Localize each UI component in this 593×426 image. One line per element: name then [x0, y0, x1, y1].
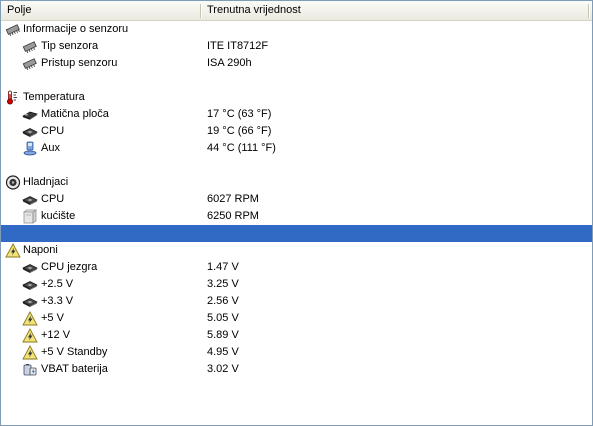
category-sensor-info[interactable]: Informacije o senzoru [1, 21, 592, 38]
list-item[interactable]: VBAT baterija 3.02 V [1, 361, 592, 378]
item-label: Tip senzora [41, 40, 99, 52]
aux-icon [23, 141, 37, 156]
thermometer-icon [7, 90, 17, 105]
column-header-value[interactable]: Trenutna vrijednost [201, 1, 592, 20]
list-rows: Informacije o senzoru Tip senzora ITE IT… [1, 21, 592, 378]
item-label: CPU [41, 125, 65, 137]
chip-icon [5, 24, 20, 37]
item-value: 2.56 V [207, 295, 239, 307]
battery-icon [23, 364, 37, 376]
item-label: CPU jezgra [41, 261, 98, 273]
voltage-warning-icon [5, 243, 21, 258]
voltage-icon [22, 328, 38, 343]
list-item[interactable]: +12 V 5.89 V [1, 327, 592, 344]
list-item[interactable]: Matična ploča 17 °C (63 °F) [1, 106, 592, 123]
cpu-icon [22, 264, 38, 273]
case-icon [22, 209, 38, 224]
category-label: Hladnjaci [23, 176, 69, 188]
item-label: Pristup senzoru [41, 57, 118, 69]
list-item[interactable]: kućište 6250 RPM [1, 208, 592, 225]
category-fans[interactable]: Hladnjaci [1, 174, 592, 191]
list-item[interactable]: CPU 6027 RPM [1, 191, 592, 208]
cpu-icon [22, 128, 38, 137]
item-value: 17 °C (63 °F) [207, 108, 272, 120]
column-divider[interactable] [588, 4, 589, 18]
list-item[interactable]: CPU 19 °C (66 °F) [1, 123, 592, 140]
item-value: 3.25 V [207, 278, 239, 290]
item-value: 1.47 V [207, 261, 239, 273]
item-label: +2.5 V [41, 278, 74, 290]
fan-icon [5, 175, 21, 190]
item-value: 44 °C (111 °F) [207, 142, 276, 154]
item-value: 5.05 V [207, 312, 239, 324]
category-label: Temperatura [23, 91, 85, 103]
list-item[interactable]: Aux 44 °C (111 °F) [1, 140, 592, 157]
voltage-icon [22, 345, 38, 360]
list-item[interactable]: CPU jezgra 1.47 V [1, 259, 592, 276]
item-label: kućište [41, 210, 76, 222]
list-item[interactable]: +3.3 V 2.56 V [1, 293, 592, 310]
item-value: ITE IT8712F [207, 40, 269, 52]
cpu-icon [22, 281, 38, 290]
category-label: Naponi [23, 244, 58, 256]
item-value: 5.89 V [207, 329, 239, 341]
item-value: ISA 290h [207, 57, 252, 69]
item-label: +5 V Standby [41, 346, 108, 358]
cpu-icon [22, 196, 38, 205]
sensor-list-view[interactable]: Polje Trenutna vrijednost Informacije o … [0, 0, 593, 426]
voltage-icon [22, 311, 38, 326]
item-label: CPU [41, 193, 65, 205]
item-value: 6027 RPM [207, 193, 259, 205]
list-item[interactable]: Tip senzora ITE IT8712F [1, 38, 592, 55]
item-value: 6250 RPM [207, 210, 259, 222]
list-item[interactable]: +5 V 5.05 V [1, 310, 592, 327]
selected-row[interactable] [1, 225, 592, 242]
item-label: Aux [41, 142, 60, 154]
chip-icon [22, 41, 37, 54]
category-label: Informacije o senzoru [23, 23, 129, 35]
column-header-field[interactable]: Polje [1, 1, 201, 20]
cpu-icon [22, 298, 38, 307]
list-item[interactable]: Pristup senzoru ISA 290h [1, 55, 592, 72]
item-label: +5 V [41, 312, 64, 324]
list-item[interactable]: +5 V Standby 4.95 V [1, 344, 592, 361]
chip-icon [22, 58, 37, 71]
item-value: 3.02 V [207, 363, 239, 375]
item-label: +3.3 V [41, 295, 74, 307]
category-temperature[interactable]: Temperatura [1, 89, 592, 106]
item-label: +12 V [41, 329, 71, 341]
category-voltages[interactable]: Naponi [1, 242, 592, 259]
motherboard-icon [22, 111, 38, 120]
item-label: Matična ploča [41, 108, 109, 120]
list-header: Polje Trenutna vrijednost [1, 1, 592, 21]
item-value: 4.95 V [207, 346, 239, 358]
list-item[interactable]: +2.5 V 3.25 V [1, 276, 592, 293]
item-label: VBAT baterija [41, 363, 108, 375]
spacer-row [1, 157, 592, 174]
spacer-row [1, 72, 592, 89]
item-value: 19 °C (66 °F) [207, 125, 272, 137]
